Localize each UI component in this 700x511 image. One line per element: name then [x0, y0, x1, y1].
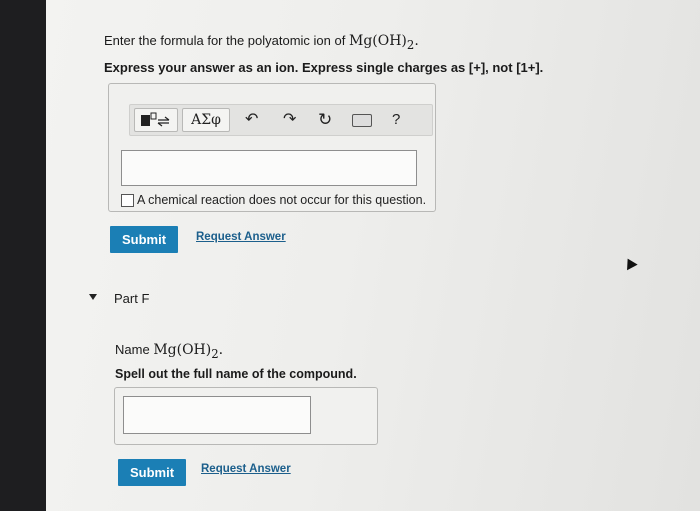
- reset-icon[interactable]: ↻: [318, 109, 332, 131]
- submit-button[interactable]: Submit: [110, 226, 179, 253]
- symbols-button[interactable]: ΑΣφ: [182, 108, 230, 132]
- answer-panel: ΑΣφ ↶ ↷ ↻ ? A chemical reaction does not…: [108, 83, 436, 212]
- part-f-title[interactable]: Part F: [114, 291, 149, 306]
- math-toolbar: ΑΣφ ↶ ↷ ↻ ?: [129, 104, 433, 136]
- part-f-submit-button[interactable]: Submit: [118, 459, 187, 486]
- part-f-prompt: Name Mg(OH)2.: [115, 342, 224, 361]
- mouse-cursor-icon: [622, 255, 638, 271]
- undo-icon[interactable]: ↶: [245, 109, 258, 131]
- redo-icon[interactable]: ↷: [283, 109, 296, 131]
- prompt-text: Enter the formula for the polyatomic ion…: [104, 33, 346, 48]
- help-button[interactable]: ?: [392, 109, 400, 131]
- chevron-down-icon[interactable]: [89, 294, 97, 300]
- request-answer-link[interactable]: Request Answer: [196, 231, 286, 243]
- templates-icon: [141, 112, 170, 127]
- part-f-formula: Mg(OH)2.: [153, 342, 224, 361]
- part-f-answer-input[interactable]: [123, 396, 311, 434]
- no-reaction-label: A chemical reaction does not occur for t…: [137, 193, 427, 207]
- no-reaction-checkbox[interactable]: [121, 193, 134, 207]
- formula: Mg(OH)2.: [348, 33, 419, 52]
- keyboard-icon[interactable]: [352, 114, 372, 127]
- answer-input[interactable]: [121, 150, 417, 186]
- question-prompt: Enter the formula for the polyatomic ion…: [104, 33, 419, 52]
- part-f-request-answer-link[interactable]: Request Answer: [201, 463, 291, 475]
- question-page: Enter the formula for the polyatomic ion…: [46, 0, 700, 511]
- part-f-instruction: Spell out the full name of the compound.: [115, 367, 357, 381]
- no-reaction-option[interactable]: A chemical reaction does not occur for t…: [121, 193, 426, 207]
- part-f-answer-panel: [114, 387, 378, 445]
- templates-button[interactable]: [134, 108, 178, 132]
- answer-instruction: Express your answer as an ion. Express s…: [104, 60, 544, 75]
